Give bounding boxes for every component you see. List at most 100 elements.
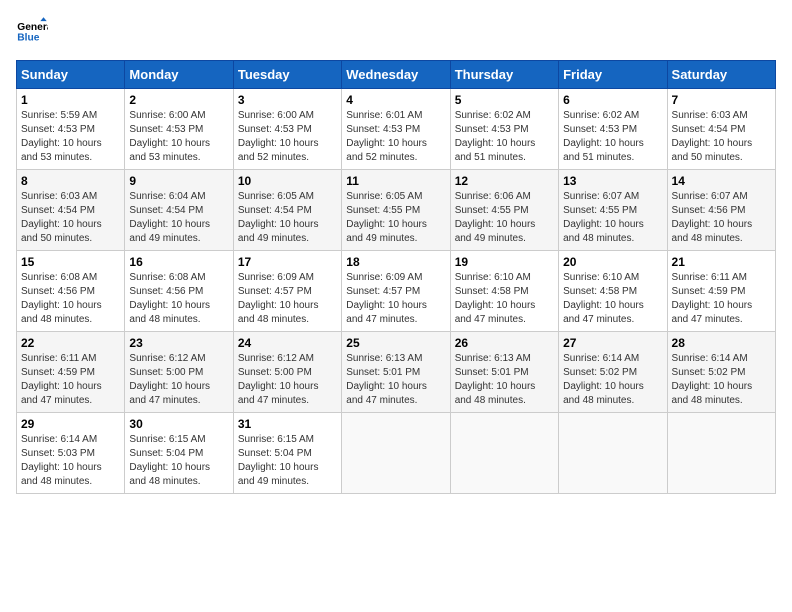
svg-text:Blue: Blue <box>17 32 39 43</box>
day-info: Sunrise: 6:01 AM Sunset: 4:53 PM Dayligh… <box>346 109 445 165</box>
calendar-header-row: SundayMondayTuesdayWednesdayThursdayFrid… <box>17 61 776 89</box>
day-info: Sunrise: 6:06 AM Sunset: 4:55 PM Dayligh… <box>455 190 554 246</box>
calendar-cell: 19 Sunrise: 6:10 AM Sunset: 4:58 PM Dayli… <box>450 251 558 332</box>
calendar-header-day: Friday <box>559 61 667 89</box>
calendar-cell: 17 Sunrise: 6:09 AM Sunset: 4:57 PM Dayli… <box>233 251 341 332</box>
calendar-cell: 1Sunrise: 5:59 AM Sunset: 4:53 PM Daylig… <box>17 89 125 170</box>
logo: General Blue <box>16 16 48 48</box>
day-info: Sunrise: 6:15 AM Sunset: 5:04 PM Dayligh… <box>129 433 228 489</box>
day-info: Sunrise: 5:59 AM Sunset: 4:53 PM Dayligh… <box>21 109 120 165</box>
day-number: 31 <box>238 417 337 431</box>
day-number: 12 <box>455 174 554 188</box>
day-info: Sunrise: 6:11 AM Sunset: 4:59 PM Dayligh… <box>21 352 120 408</box>
day-number: 5 <box>455 93 554 107</box>
day-number: 22 <box>21 336 120 350</box>
calendar-cell: 14 Sunrise: 6:07 AM Sunset: 4:56 PM Dayli… <box>667 170 775 251</box>
day-number: 8 <box>21 174 120 188</box>
day-info: Sunrise: 6:03 AM Sunset: 4:54 PM Dayligh… <box>21 190 120 246</box>
day-info: Sunrise: 6:04 AM Sunset: 4:54 PM Dayligh… <box>129 190 228 246</box>
calendar-cell: 16Sunrise: 6:08 AM Sunset: 4:56 PM Dayli… <box>125 251 233 332</box>
day-info: Sunrise: 6:05 AM Sunset: 4:55 PM Dayligh… <box>346 190 445 246</box>
calendar-cell <box>667 413 775 494</box>
day-number: 24 <box>238 336 337 350</box>
day-number: 7 <box>672 93 771 107</box>
day-info: Sunrise: 6:02 AM Sunset: 4:53 PM Dayligh… <box>455 109 554 165</box>
day-info: Sunrise: 6:08 AM Sunset: 4:56 PM Dayligh… <box>21 271 120 327</box>
calendar-cell: 5 Sunrise: 6:02 AM Sunset: 4:53 PM Daylig… <box>450 89 558 170</box>
calendar-cell: 28 Sunrise: 6:14 AM Sunset: 5:02 PM Dayli… <box>667 332 775 413</box>
day-number: 21 <box>672 255 771 269</box>
day-number: 13 <box>563 174 662 188</box>
calendar-cell: 21 Sunrise: 6:11 AM Sunset: 4:59 PM Dayli… <box>667 251 775 332</box>
calendar-cell: 15 Sunrise: 6:08 AM Sunset: 4:56 PM Dayli… <box>17 251 125 332</box>
day-number: 4 <box>346 93 445 107</box>
day-info: Sunrise: 6:09 AM Sunset: 4:57 PM Dayligh… <box>346 271 445 327</box>
day-info: Sunrise: 6:05 AM Sunset: 4:54 PM Dayligh… <box>238 190 337 246</box>
day-number: 14 <box>672 174 771 188</box>
calendar-cell: 29Sunrise: 6:14 AM Sunset: 5:03 PM Dayli… <box>17 413 125 494</box>
svg-text:General: General <box>17 22 48 33</box>
day-info: Sunrise: 6:02 AM Sunset: 4:53 PM Dayligh… <box>563 109 662 165</box>
calendar-cell <box>450 413 558 494</box>
day-number: 23 <box>129 336 228 350</box>
calendar-cell: 18 Sunrise: 6:09 AM Sunset: 4:57 PM Dayli… <box>342 251 450 332</box>
day-info: Sunrise: 6:14 AM Sunset: 5:02 PM Dayligh… <box>672 352 771 408</box>
calendar-cell: 4 Sunrise: 6:01 AM Sunset: 4:53 PM Daylig… <box>342 89 450 170</box>
day-number: 30 <box>129 417 228 431</box>
calendar-cell: 8 Sunrise: 6:03 AM Sunset: 4:54 PM Daylig… <box>17 170 125 251</box>
day-info: Sunrise: 6:07 AM Sunset: 4:56 PM Dayligh… <box>672 190 771 246</box>
day-number: 3 <box>238 93 337 107</box>
calendar-week-row: 29Sunrise: 6:14 AM Sunset: 5:03 PM Dayli… <box>17 413 776 494</box>
calendar-cell: 31Sunrise: 6:15 AM Sunset: 5:04 PM Dayli… <box>233 413 341 494</box>
day-number: 27 <box>563 336 662 350</box>
day-number: 11 <box>346 174 445 188</box>
day-info: Sunrise: 6:10 AM Sunset: 4:58 PM Dayligh… <box>563 271 662 327</box>
page-header: General Blue <box>16 16 776 48</box>
calendar-cell: 23 Sunrise: 6:12 AM Sunset: 5:00 PM Dayli… <box>125 332 233 413</box>
day-info: Sunrise: 6:14 AM Sunset: 5:02 PM Dayligh… <box>563 352 662 408</box>
calendar-cell: 22 Sunrise: 6:11 AM Sunset: 4:59 PM Dayli… <box>17 332 125 413</box>
day-info: Sunrise: 6:11 AM Sunset: 4:59 PM Dayligh… <box>672 271 771 327</box>
calendar-header-day: Sunday <box>17 61 125 89</box>
day-number: 19 <box>455 255 554 269</box>
day-info: Sunrise: 6:09 AM Sunset: 4:57 PM Dayligh… <box>238 271 337 327</box>
day-number: 28 <box>672 336 771 350</box>
day-info: Sunrise: 6:08 AM Sunset: 4:56 PM Dayligh… <box>129 271 228 327</box>
calendar-header-day: Tuesday <box>233 61 341 89</box>
calendar-cell <box>559 413 667 494</box>
calendar-header-day: Monday <box>125 61 233 89</box>
calendar-cell: 13 Sunrise: 6:07 AM Sunset: 4:55 PM Dayli… <box>559 170 667 251</box>
calendar-cell: 25 Sunrise: 6:13 AM Sunset: 5:01 PM Dayli… <box>342 332 450 413</box>
day-info: Sunrise: 6:10 AM Sunset: 4:58 PM Dayligh… <box>455 271 554 327</box>
calendar-cell: 3Sunrise: 6:00 AM Sunset: 4:53 PM Daylig… <box>233 89 341 170</box>
day-number: 2 <box>129 93 228 107</box>
calendar-cell: 7 Sunrise: 6:03 AM Sunset: 4:54 PM Daylig… <box>667 89 775 170</box>
day-number: 9 <box>129 174 228 188</box>
day-number: 20 <box>563 255 662 269</box>
calendar-cell: 26 Sunrise: 6:13 AM Sunset: 5:01 PM Dayli… <box>450 332 558 413</box>
day-number: 15 <box>21 255 120 269</box>
day-info: Sunrise: 6:03 AM Sunset: 4:54 PM Dayligh… <box>672 109 771 165</box>
calendar-cell: 6Sunrise: 6:02 AM Sunset: 4:53 PM Daylig… <box>559 89 667 170</box>
day-info: Sunrise: 6:12 AM Sunset: 5:00 PM Dayligh… <box>129 352 228 408</box>
day-number: 26 <box>455 336 554 350</box>
calendar-header-day: Thursday <box>450 61 558 89</box>
day-number: 17 <box>238 255 337 269</box>
day-info: Sunrise: 6:13 AM Sunset: 5:01 PM Dayligh… <box>346 352 445 408</box>
calendar-cell: 20 Sunrise: 6:10 AM Sunset: 4:58 PM Dayli… <box>559 251 667 332</box>
calendar-week-row: 8 Sunrise: 6:03 AM Sunset: 4:54 PM Daylig… <box>17 170 776 251</box>
calendar-header-day: Saturday <box>667 61 775 89</box>
calendar-cell: 10Sunrise: 6:05 AM Sunset: 4:54 PM Dayli… <box>233 170 341 251</box>
calendar-cell <box>342 413 450 494</box>
calendar-week-row: 1Sunrise: 5:59 AM Sunset: 4:53 PM Daylig… <box>17 89 776 170</box>
day-info: Sunrise: 6:13 AM Sunset: 5:01 PM Dayligh… <box>455 352 554 408</box>
day-number: 18 <box>346 255 445 269</box>
calendar-cell: 30 Sunrise: 6:15 AM Sunset: 5:04 PM Dayli… <box>125 413 233 494</box>
calendar-cell: 9 Sunrise: 6:04 AM Sunset: 4:54 PM Daylig… <box>125 170 233 251</box>
logo-icon: General Blue <box>16 16 48 48</box>
day-number: 25 <box>346 336 445 350</box>
day-info: Sunrise: 6:07 AM Sunset: 4:55 PM Dayligh… <box>563 190 662 246</box>
calendar-cell: 24Sunrise: 6:12 AM Sunset: 5:00 PM Dayli… <box>233 332 341 413</box>
day-info: Sunrise: 6:14 AM Sunset: 5:03 PM Dayligh… <box>21 433 120 489</box>
calendar-cell: 27 Sunrise: 6:14 AM Sunset: 5:02 PM Dayli… <box>559 332 667 413</box>
